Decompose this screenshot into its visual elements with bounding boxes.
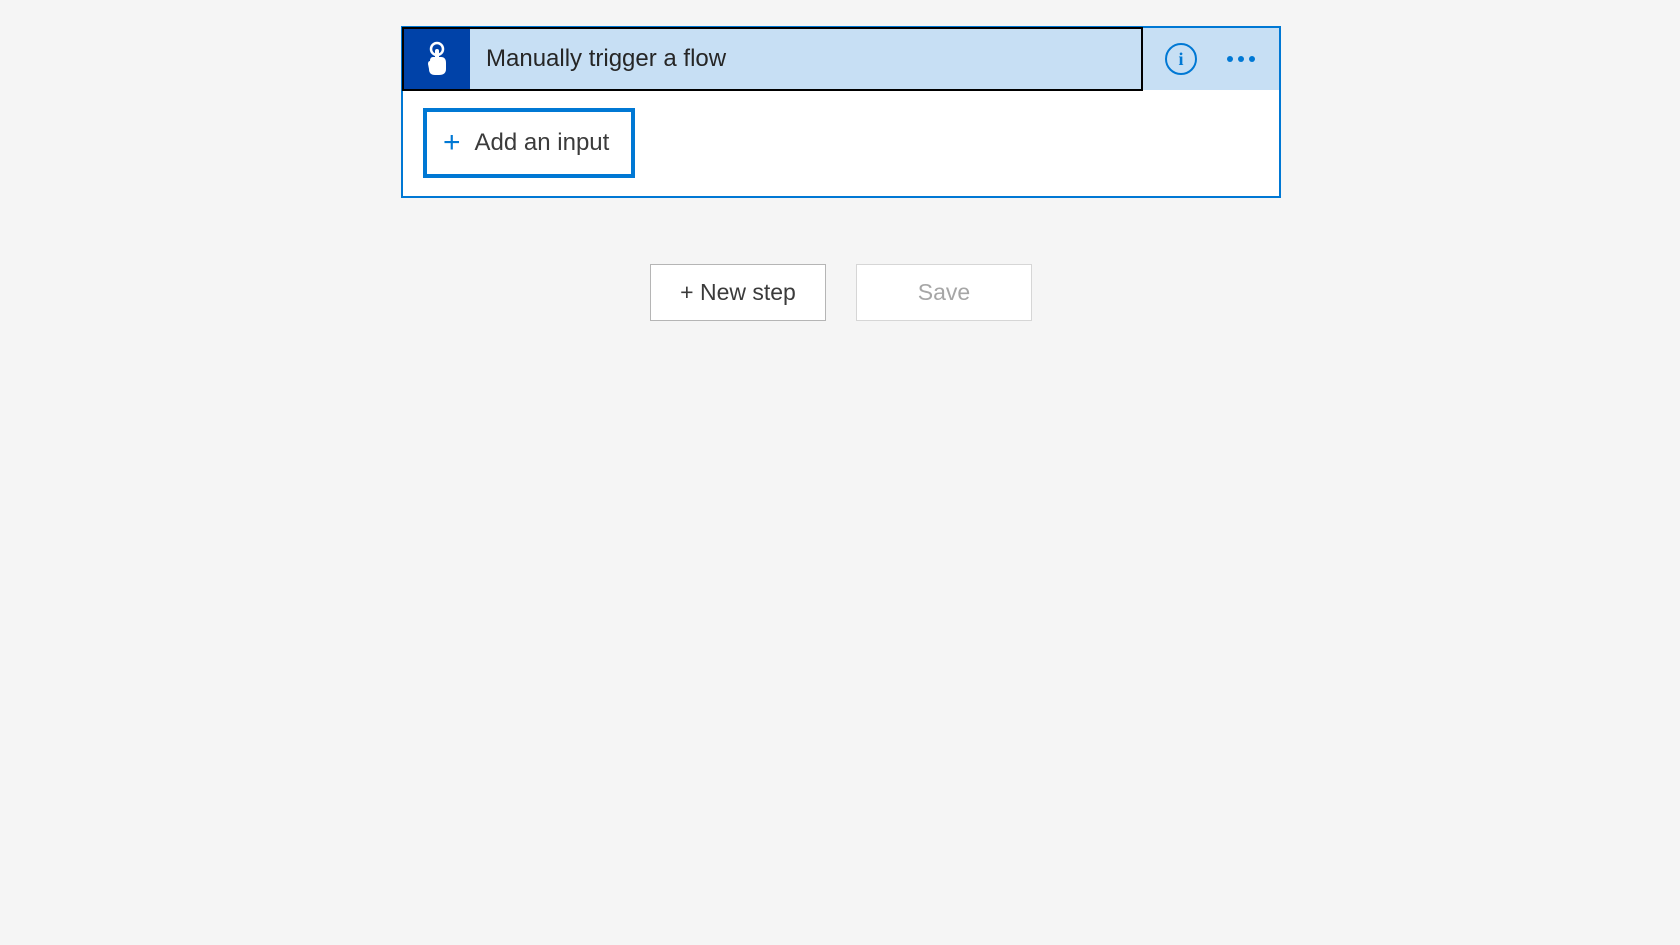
save-button: Save: [856, 264, 1032, 321]
footer-actions: + New step Save: [650, 264, 1032, 321]
flow-designer-canvas: Manually trigger a flow i + Add an input…: [0, 0, 1680, 321]
dot-icon: [1249, 56, 1255, 62]
trigger-card: Manually trigger a flow i + Add an input: [401, 26, 1281, 198]
trigger-header-row: Manually trigger a flow i: [403, 28, 1279, 90]
info-button[interactable]: i: [1165, 43, 1197, 75]
touch-trigger-icon: [417, 39, 457, 79]
trigger-header[interactable]: Manually trigger a flow: [402, 27, 1143, 91]
plus-icon: +: [443, 128, 461, 158]
dot-icon: [1238, 56, 1244, 62]
trigger-icon-box: [404, 29, 470, 89]
new-step-button[interactable]: + New step: [650, 264, 826, 321]
dot-icon: [1227, 56, 1233, 62]
more-menu-button[interactable]: [1225, 50, 1257, 68]
trigger-header-actions: i: [1143, 28, 1279, 90]
add-input-button[interactable]: + Add an input: [423, 108, 635, 178]
trigger-body: + Add an input: [403, 90, 1279, 196]
info-icon: i: [1178, 49, 1183, 70]
trigger-title: Manually trigger a flow: [470, 45, 726, 73]
add-input-label: Add an input: [475, 129, 610, 157]
